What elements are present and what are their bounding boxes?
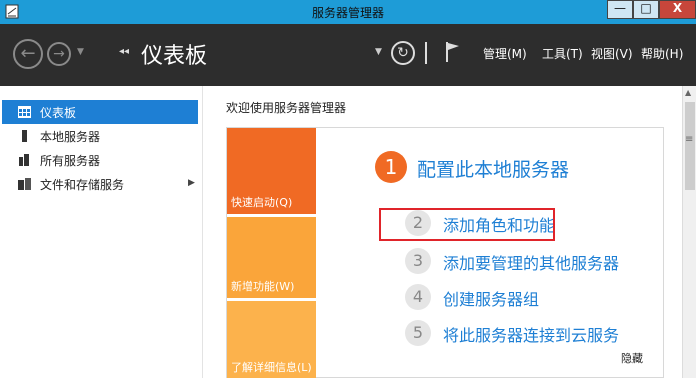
tile-whats-new[interactable]: 新增功能(W) <box>227 217 316 298</box>
servers-icon <box>19 154 29 166</box>
breadcrumb-chevron-icon: ◂◂ <box>119 46 130 57</box>
window-title: 服务器管理器 <box>311 6 384 20</box>
step-connect-cloud[interactable]: 5 将此服务器连接到云服务 <box>405 320 665 348</box>
step-number-badge: 3 <box>405 248 431 274</box>
step-number-badge: 4 <box>405 284 431 310</box>
page-title: 仪表板 <box>141 44 208 69</box>
menu-help[interactable]: 帮助(H) <box>641 45 683 62</box>
sidebar-item-label: 文件和存储服务 <box>40 178 125 192</box>
step-number-badge: 1 <box>375 151 407 183</box>
tile-label[interactable]: 新增功能(W) <box>231 278 294 294</box>
scroll-up-icon[interactable]: ▲ <box>685 88 691 97</box>
sidebar: 仪表板 本地服务器 所有服务器 文件和存储服务 ▶ <box>0 86 203 378</box>
notifications-flag-icon[interactable] <box>445 41 461 63</box>
sidebar-item-file-storage[interactable]: 文件和存储服务 ▶ <box>2 172 198 196</box>
tile-quick-start[interactable]: 快速启动(Q) <box>227 128 316 214</box>
step-link[interactable]: 配置此本地服务器 <box>417 155 569 182</box>
refresh-button[interactable]: ↻ <box>391 41 415 65</box>
scroll-thumb[interactable] <box>685 102 695 190</box>
tile-learn-more[interactable]: 了解详细信息(L) <box>227 301 316 378</box>
sidebar-item-dashboard[interactable]: 仪表板 <box>2 100 198 124</box>
hide-link[interactable]: 隐藏 <box>621 350 643 366</box>
history-dropdown-icon[interactable]: ▼ <box>77 47 84 57</box>
forward-button[interactable]: → <box>47 42 71 66</box>
toolbar-separator <box>425 42 427 64</box>
menu-view[interactable]: 视图(V) <box>591 45 633 62</box>
sidebar-item-label: 所有服务器 <box>40 154 101 168</box>
scroll-grip-icon: ≡ <box>685 134 694 145</box>
back-button[interactable]: ← <box>13 39 43 69</box>
menu-tools[interactable]: 工具(T) <box>542 45 583 62</box>
minimize-button[interactable]: — <box>607 0 633 19</box>
expand-arrow-icon[interactable]: ▶ <box>188 178 195 188</box>
step-number-badge: 5 <box>405 320 431 346</box>
sidebar-item-all-servers[interactable]: 所有服务器 <box>2 148 198 172</box>
sidebar-item-local-server[interactable]: 本地服务器 <box>2 124 198 148</box>
tile-label[interactable]: 了解详细信息(L) <box>231 359 312 375</box>
storage-icon <box>18 178 31 190</box>
sidebar-item-label: 本地服务器 <box>40 130 101 144</box>
vertical-scrollbar[interactable]: ▲ ≡ <box>682 86 696 378</box>
maximize-button[interactable]: □ <box>633 0 659 19</box>
title-bar: 服务器管理器 — □ X <box>0 0 696 24</box>
tile-label[interactable]: 快速启动(Q) <box>231 194 292 210</box>
dashboard-icon <box>18 106 31 118</box>
close-button[interactable]: X <box>659 0 696 19</box>
menu-manage[interactable]: 管理(M) <box>483 45 527 62</box>
step-add-other-servers[interactable]: 3 添加要管理的其他服务器 <box>405 248 665 276</box>
step-link[interactable]: 添加要管理的其他服务器 <box>443 250 619 274</box>
step-link[interactable]: 创建服务器组 <box>443 286 539 310</box>
step-link[interactable]: 将此服务器连接到云服务 <box>443 322 619 346</box>
main-content: 欢迎使用服务器管理器 快速启动(Q) 新增功能(W) 了解详细信息(L) 1 配… <box>204 86 682 378</box>
toolbar: ← → ▼ ◂◂ 仪表板 ▼ ↻ 管理(M) 工具(T) 视图(V) 帮助(H) <box>0 24 696 86</box>
highlight-box <box>379 208 555 241</box>
refresh-dropdown-icon[interactable]: ▼ <box>375 47 382 57</box>
welcome-heading: 欢迎使用服务器管理器 <box>226 101 347 115</box>
step-create-server-group[interactable]: 4 创建服务器组 <box>405 284 665 312</box>
server-icon <box>22 130 27 142</box>
welcome-panel: 快速启动(Q) 新增功能(W) 了解详细信息(L) 1 配置此本地服务器 2 添… <box>226 127 664 378</box>
sidebar-item-label: 仪表板 <box>40 106 77 120</box>
